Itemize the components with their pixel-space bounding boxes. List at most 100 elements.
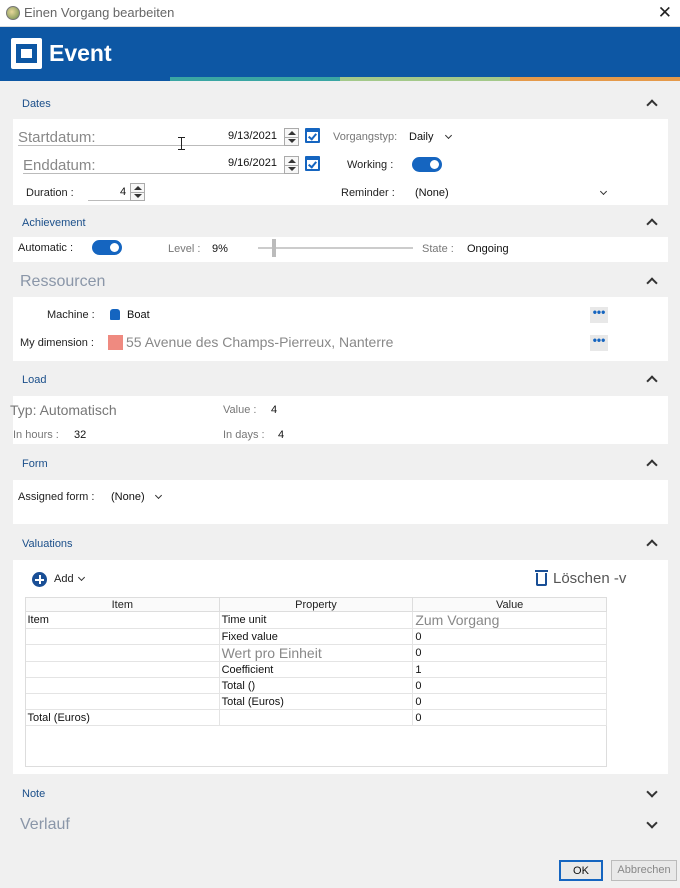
chevron-down-icon[interactable] — [646, 786, 658, 798]
type-select[interactable]: Daily — [409, 131, 433, 143]
assigned-form-select[interactable]: (None) — [111, 491, 145, 503]
automatic-label: Automatic : — [18, 242, 74, 254]
load-type-text: Typ: Automatisch — [10, 402, 117, 418]
section-title-valuations: Valuations — [22, 538, 73, 550]
section-header-form[interactable]: Form — [13, 450, 668, 479]
trash-icon[interactable] — [535, 570, 548, 586]
section-header-dates[interactable]: Dates — [13, 90, 668, 117]
header-stripe-orange — [510, 77, 680, 81]
table-cell-value[interactable]: 0 — [412, 693, 607, 710]
hours-value: 32 — [74, 429, 87, 441]
header-stripe-teal — [170, 77, 340, 81]
chevron-up-icon[interactable] — [646, 218, 658, 230]
calendar-check-icon[interactable] — [305, 128, 320, 143]
section-header-note[interactable]: Note — [13, 780, 668, 807]
dimension-more-button[interactable]: ••• — [590, 334, 608, 351]
chevron-up-icon[interactable] — [646, 99, 658, 111]
section-header-history[interactable]: Verlauf — [13, 810, 668, 840]
column-header-value[interactable]: Value — [412, 597, 607, 612]
load-value-label: Value : — [223, 404, 257, 416]
dimension-value[interactable]: 55 Avenue des Champs-Pierreux, Nanterre — [126, 334, 393, 350]
table-row[interactable]: Coefficient 1 — [25, 661, 607, 678]
app-icon — [6, 6, 20, 20]
add-button[interactable]: Add — [54, 573, 74, 585]
table-cell-property: Wert pro Einheit — [219, 644, 414, 662]
machine-more-button[interactable]: ••• — [590, 306, 608, 323]
table-cell-value[interactable]: 0 — [412, 628, 607, 645]
add-circle-icon[interactable] — [32, 572, 47, 587]
machine-value[interactable]: Boat — [127, 309, 150, 321]
chevron-down-icon[interactable] — [646, 817, 658, 829]
duration-spinner[interactable] — [130, 183, 145, 201]
chevron-up-icon[interactable] — [646, 459, 658, 471]
table-cell-property: Fixed value — [219, 628, 414, 645]
table-cell-item — [25, 677, 220, 694]
days-label: In days : — [223, 429, 265, 441]
duration-value[interactable]: 4 — [120, 186, 126, 198]
close-icon[interactable]: ✕ — [658, 3, 672, 23]
resources-panel — [13, 297, 668, 361]
start-date-spinner[interactable] — [284, 128, 299, 146]
table-row[interactable]: Total () 0 — [25, 677, 607, 694]
table-cell-item: Total (Euros) — [25, 709, 220, 726]
chevron-up-icon[interactable] — [646, 277, 658, 289]
reminder-select[interactable]: (None) — [415, 187, 449, 199]
table-cell-property: Total () — [219, 677, 414, 694]
boat-icon — [110, 309, 120, 320]
delete-button[interactable]: Löschen -v — [553, 570, 626, 587]
ok-button[interactable]: OK — [559, 860, 603, 881]
table-row[interactable]: Total (Euros) 0 — [25, 709, 607, 726]
table-cell-item — [25, 661, 220, 678]
table-cell-property: Coefficient — [219, 661, 414, 678]
dimension-label: My dimension : — [20, 337, 94, 349]
cancel-button[interactable]: Abbrechen — [611, 860, 677, 881]
table-cell-item — [25, 644, 220, 662]
table-row[interactable]: Total (Euros) 0 — [25, 693, 607, 710]
table-cell-value[interactable]: 0 — [412, 644, 607, 662]
column-header-item[interactable]: Item — [25, 597, 220, 612]
app-logo-icon — [11, 38, 42, 69]
duration-label: Duration : — [26, 187, 74, 199]
table-cell-property — [219, 709, 414, 726]
level-value: 9% — [212, 243, 228, 255]
load-value: 4 — [271, 404, 278, 416]
table-cell-value[interactable]: 0 — [412, 709, 607, 726]
section-title-note: Note — [22, 788, 46, 800]
end-date-value[interactable]: 9/16/2021 — [228, 157, 277, 169]
section-title-dates: Dates — [22, 98, 51, 110]
automatic-toggle[interactable] — [92, 240, 122, 255]
color-swatch — [108, 335, 123, 350]
hours-label: In hours : — [13, 429, 59, 441]
column-header-property[interactable]: Property — [218, 597, 414, 612]
section-title-history: Verlauf — [20, 816, 70, 833]
section-header-valuations[interactable]: Valuations — [13, 530, 668, 559]
table-row[interactable]: Item Time unit Zum Vorgang — [25, 611, 607, 629]
section-title-achievement: Achievement — [22, 217, 86, 229]
start-date-value[interactable]: 9/13/2021 — [228, 130, 277, 142]
table-row[interactable]: Wert pro Einheit 0 — [25, 644, 607, 662]
table-cell-property: Time unit — [219, 611, 414, 629]
level-slider[interactable] — [258, 247, 413, 249]
table-cell-item — [25, 693, 220, 710]
section-header-achievement[interactable]: Achievement — [13, 209, 668, 236]
chevron-up-icon[interactable] — [646, 375, 658, 387]
table-cell-value[interactable]: 1 — [412, 661, 607, 678]
end-date-spinner[interactable] — [284, 156, 299, 174]
chevron-up-icon[interactable] — [646, 539, 658, 551]
table-cell-value[interactable]: 0 — [412, 677, 607, 694]
section-header-resources[interactable]: Ressourcen — [13, 266, 668, 296]
section-title-form: Form — [22, 458, 48, 470]
days-value: 4 — [278, 429, 285, 441]
table-cell-value[interactable]: Zum Vorgang — [412, 611, 607, 629]
header-stripe-blue — [0, 77, 170, 81]
state-value: Ongoing — [467, 243, 509, 255]
text-cursor-icon — [178, 137, 189, 150]
table-row[interactable]: Fixed value 0 — [25, 628, 607, 645]
calendar-check-icon[interactable] — [305, 156, 320, 171]
reminder-label: Reminder : — [341, 187, 395, 199]
section-header-load[interactable]: Load — [13, 366, 668, 395]
level-slider-thumb[interactable] — [271, 239, 276, 257]
table-cell-property: Total (Euros) — [219, 693, 414, 710]
working-toggle[interactable] — [412, 157, 442, 172]
machine-label: Machine : — [47, 309, 95, 321]
